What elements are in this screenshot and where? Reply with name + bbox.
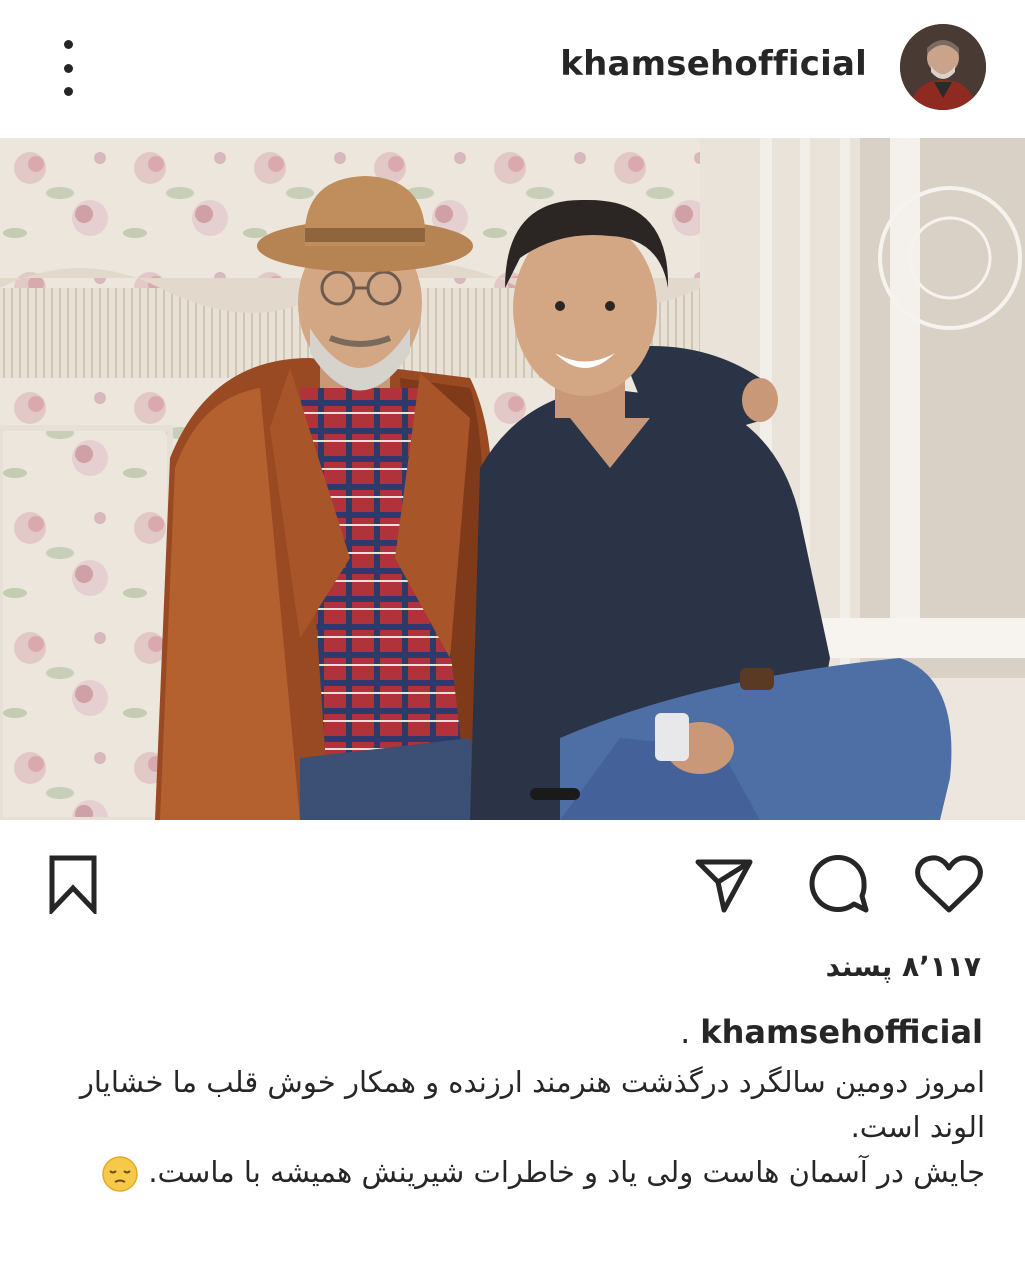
avatar-image — [900, 24, 986, 110]
post-photo[interactable] — [0, 138, 1025, 820]
comment-button[interactable] — [806, 852, 870, 916]
post-actions-bar — [0, 820, 1025, 940]
post-caption: امروز دومین سالگرد درگذشت هنرمند ارزنده … — [35, 1060, 985, 1195]
caption-separator: . — [680, 1013, 691, 1051]
save-button[interactable] — [46, 854, 100, 917]
share-button[interactable] — [694, 854, 754, 914]
like-button[interactable] — [914, 854, 984, 916]
caption-header: . khamsehofficial — [680, 1013, 983, 1051]
post-header: khamsehofficial — [0, 0, 1025, 138]
photo-illustration — [0, 138, 1025, 820]
caption-username[interactable]: khamsehofficial — [700, 1013, 983, 1051]
caption-line-1: امروز دومین سالگرد درگذشت هنرمند ارزنده … — [79, 1065, 985, 1144]
more-vertical-icon — [63, 63, 73, 73]
heart-icon — [915, 855, 983, 913]
pensive-face-emoji-icon — [101, 1155, 139, 1193]
more-vertical-icon — [63, 87, 73, 96]
likes-count[interactable]: ۸٬۱۱۷ پسند — [826, 950, 981, 983]
post-username[interactable]: khamsehofficial — [560, 44, 867, 84]
comment-icon — [809, 855, 869, 913]
caption-line-2: جایش در آسمان هاست ولی یاد و خاطرات شیری… — [35, 1150, 985, 1195]
more-options-button[interactable] — [50, 40, 86, 96]
more-vertical-icon — [63, 40, 73, 49]
send-icon — [695, 859, 753, 913]
bookmark-icon — [49, 855, 97, 917]
caption-line-2-text: جایش در آسمان هاست ولی یاد و خاطرات شیری… — [148, 1155, 985, 1189]
profile-avatar[interactable] — [900, 24, 986, 110]
